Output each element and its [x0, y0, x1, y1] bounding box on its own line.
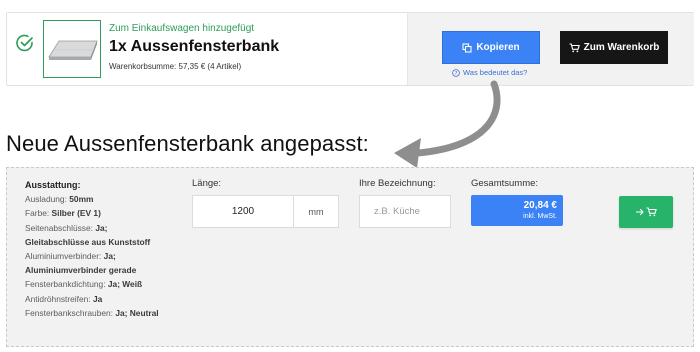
copy-button[interactable]: Kopieren [442, 31, 540, 64]
add-to-cart-button[interactable] [619, 196, 673, 228]
copy-button-label: Kopieren [476, 42, 520, 53]
cart-icon [646, 207, 657, 217]
length-input[interactable]: 1200 [193, 196, 293, 227]
spec-line: Farbe: Silber (EV 1) [25, 208, 101, 219]
notification-info: Zum Einkaufswagen hinzugefügt 1x Aussenf… [7, 13, 407, 85]
cart-sum-text: Warenkorbsumme: 57,35 € (4 Artikel) [109, 62, 242, 71]
equipment-list: Ausstattung: Ausladung: 50mm Farbe: Silb… [25, 178, 195, 320]
go-to-cart-label: Zum Warenkorb [583, 42, 660, 53]
notification-actions: Kopieren Zum Warenkorb ? Was bedeutet da… [407, 13, 694, 85]
spec-line: Gleitabschlüsse aus Kunststoff [25, 236, 151, 247]
length-label: Länge: [192, 178, 222, 189]
help-link[interactable]: ? Was bedeutet das? [452, 68, 527, 77]
designation-input[interactable]: z.B. Küche [359, 195, 451, 228]
go-to-cart-button[interactable]: Zum Warenkorb [560, 31, 668, 64]
help-link-label: Was bedeutet das? [463, 68, 528, 77]
configured-product-heading: Neue Aussenfensterbank angepasst: [6, 131, 369, 156]
spec-line: Fensterbankdichtung: Ja; Weiß [25, 279, 143, 290]
spec-line: Ausladung: 50mm [25, 194, 94, 205]
designation-label: Ihre Bezeichnung: [359, 178, 436, 189]
spec-line: Aluminiumverbinder: Ja; [25, 251, 116, 262]
tax-note: inkl. MwSt. [523, 213, 557, 220]
length-unit: mm [293, 196, 338, 227]
length-field: 1200 mm [192, 195, 339, 228]
svg-text:?: ? [455, 70, 458, 76]
equipment-title: Ausstattung: [25, 180, 81, 190]
configuration-panel: Ausstattung: Ausladung: 50mm Farbe: Silb… [6, 167, 694, 347]
total-price: 20,84 € [523, 200, 557, 211]
copy-icon [462, 42, 472, 53]
product-title: 1x Aussenfensterbank [109, 38, 280, 55]
spec-line: Antidröhnstreifen: Ja [25, 293, 103, 304]
cart-notification: Zum Einkaufswagen hinzugefügt 1x Aussenf… [6, 12, 694, 86]
sill-image [48, 40, 98, 60]
arrow-right-icon [635, 208, 644, 216]
check-circle-icon [16, 34, 33, 52]
added-status-text: Zum Einkaufswagen hinzugefügt [109, 23, 255, 34]
total-price-badge: 20,84 € inkl. MwSt. [471, 195, 563, 226]
question-circle-icon: ? [452, 68, 460, 76]
spec-line: Fensterbankschrauben: Ja; Neutral [25, 307, 159, 318]
total-label: Gesamtsumme: [471, 178, 539, 189]
product-thumbnail [43, 20, 101, 78]
spec-line: Aluminiumverbinder gerade [25, 265, 137, 276]
cart-icon [569, 42, 580, 52]
spec-line: Seitenabschlüsse: Ja; [25, 222, 108, 233]
